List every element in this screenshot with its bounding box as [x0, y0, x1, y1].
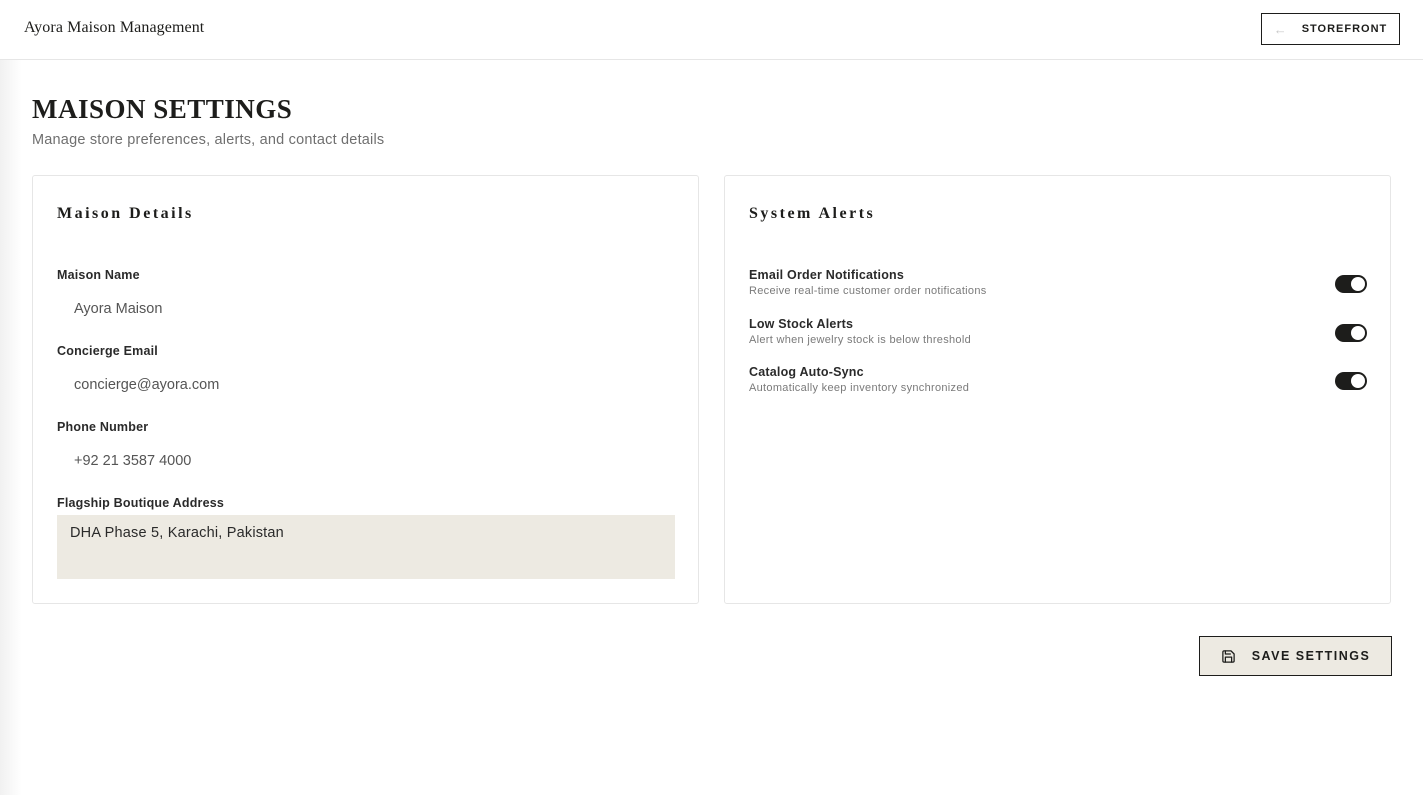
- brand-title: Ayora Maison Management: [24, 19, 205, 36]
- save-settings-label: SAVE SETTINGS: [1251, 649, 1371, 663]
- alert-description: Alert when jewelry stock is below thresh…: [749, 334, 971, 346]
- alert-title: Low Stock Alerts: [749, 317, 854, 331]
- boutique-address-label: Flagship Boutique Address: [57, 496, 225, 510]
- alert-email-order-notifications: Email Order Notifications Receive real-t…: [749, 268, 1369, 304]
- phone-number-input[interactable]: [57, 444, 675, 478]
- email-notifications-toggle[interactable]: [1335, 275, 1367, 293]
- toggle-knob: [1351, 277, 1365, 291]
- system-alerts-card: System Alerts Email Order Notifications …: [724, 175, 1391, 604]
- toggle-knob: [1351, 374, 1365, 388]
- maison-name-label: Maison Name: [57, 268, 140, 282]
- alert-title: Email Order Notifications: [749, 268, 905, 282]
- top-bar: Ayora Maison Management ← STOREFRONT: [0, 0, 1423, 60]
- alert-low-stock: Low Stock Alerts Alert when jewelry stoc…: [749, 317, 1369, 353]
- toggle-knob: [1351, 326, 1365, 340]
- arrow-left-icon: ←: [1273, 21, 1288, 37]
- floppy-disk-icon: [1221, 649, 1236, 664]
- maison-details-card: Maison Details Maison Name Concierge Ema…: [32, 175, 699, 604]
- maison-name-input[interactable]: [57, 292, 675, 326]
- storefront-label: STOREFRONT: [1301, 23, 1388, 35]
- concierge-email-input[interactable]: [57, 368, 675, 402]
- page-title: MAISON SETTINGS: [32, 94, 293, 124]
- low-stock-toggle[interactable]: [1335, 324, 1367, 342]
- concierge-email-label: Concierge Email: [57, 344, 158, 358]
- page-subtitle: Manage store preferences, alerts, and co…: [32, 132, 385, 148]
- left-edge-shadow: [0, 60, 22, 795]
- alert-title: Catalog Auto-Sync: [749, 365, 864, 379]
- catalog-sync-toggle[interactable]: [1335, 372, 1367, 390]
- system-alerts-title: System Alerts: [749, 205, 876, 222]
- save-settings-button[interactable]: SAVE SETTINGS: [1199, 636, 1392, 676]
- phone-number-label: Phone Number: [57, 420, 149, 434]
- storefront-button[interactable]: ← STOREFRONT: [1261, 13, 1400, 45]
- alert-description: Automatically keep inventory synchronize…: [749, 382, 970, 394]
- alert-catalog-auto-sync: Catalog Auto-Sync Automatically keep inv…: [749, 365, 1369, 401]
- alert-description: Receive real-time customer order notific…: [749, 285, 987, 297]
- boutique-address-textarea[interactable]: DHA Phase 5, Karachi, Pakistan: [57, 515, 675, 579]
- maison-details-title: Maison Details: [57, 205, 194, 222]
